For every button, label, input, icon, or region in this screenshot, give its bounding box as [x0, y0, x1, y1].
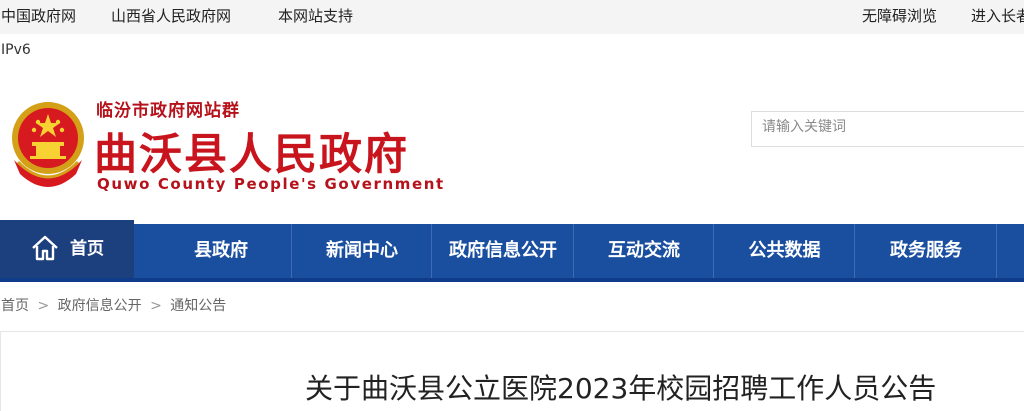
nav-item-gov-services[interactable]: 政务服务: [854, 224, 997, 278]
nav-item-public-data[interactable]: 公共数据: [713, 224, 855, 278]
top-utility-bar: 中国政府网 山西省人民政府网 本网站支持 无障碍浏览 进入长者: [0, 0, 1024, 34]
site-name[interactable]: 曲沃县人民政府: [94, 120, 409, 182]
nav-home-label: 首页: [70, 239, 104, 259]
site-name-english: Quwo County People's Government: [97, 175, 445, 193]
nav-item-county-gov[interactable]: 县政府: [151, 224, 291, 278]
national-emblem-icon: [12, 102, 84, 187]
ipv6-label: IPv6: [1, 42, 31, 58]
nav-item-gov-info[interactable]: 政府信息公开: [431, 224, 574, 278]
home-icon: [32, 235, 58, 261]
link-shanxi-gov[interactable]: 山西省人民政府网: [111, 0, 231, 32]
breadcrumb: 首页 > 政府信息公开 > 通知公告: [1, 295, 226, 315]
nav-item-more[interactable]: [996, 224, 1024, 278]
nav-underline: [0, 278, 1024, 282]
main-nav: 首页 县政府 新闻中心 政府信息公开 互动交流 公共数据 政务服务: [0, 220, 1024, 280]
breadcrumb-gov-info[interactable]: 政府信息公开: [58, 298, 142, 314]
nav-item-news[interactable]: 新闻中心: [291, 224, 432, 278]
link-elder-mode[interactable]: 进入长者: [971, 0, 1024, 32]
breadcrumb-separator: >: [150, 298, 162, 314]
search-box: [751, 111, 1024, 147]
link-china-gov[interactable]: 中国政府网: [1, 0, 76, 32]
breadcrumb-home[interactable]: 首页: [1, 298, 29, 314]
article-title: 关于曲沃县公立医院2023年校园招聘工作人员公告: [305, 372, 937, 405]
nav-home[interactable]: 首页: [0, 220, 134, 278]
nav-item-interaction[interactable]: 互动交流: [573, 224, 714, 278]
link-accessibility[interactable]: 无障碍浏览: [862, 0, 937, 32]
link-site-support[interactable]: 本网站支持: [278, 0, 353, 32]
site-group-title: 临汾市政府网站群: [96, 101, 240, 121]
search-input[interactable]: [752, 112, 1022, 142]
breadcrumb-separator: >: [37, 298, 50, 314]
breadcrumb-notices[interactable]: 通知公告: [170, 298, 226, 314]
